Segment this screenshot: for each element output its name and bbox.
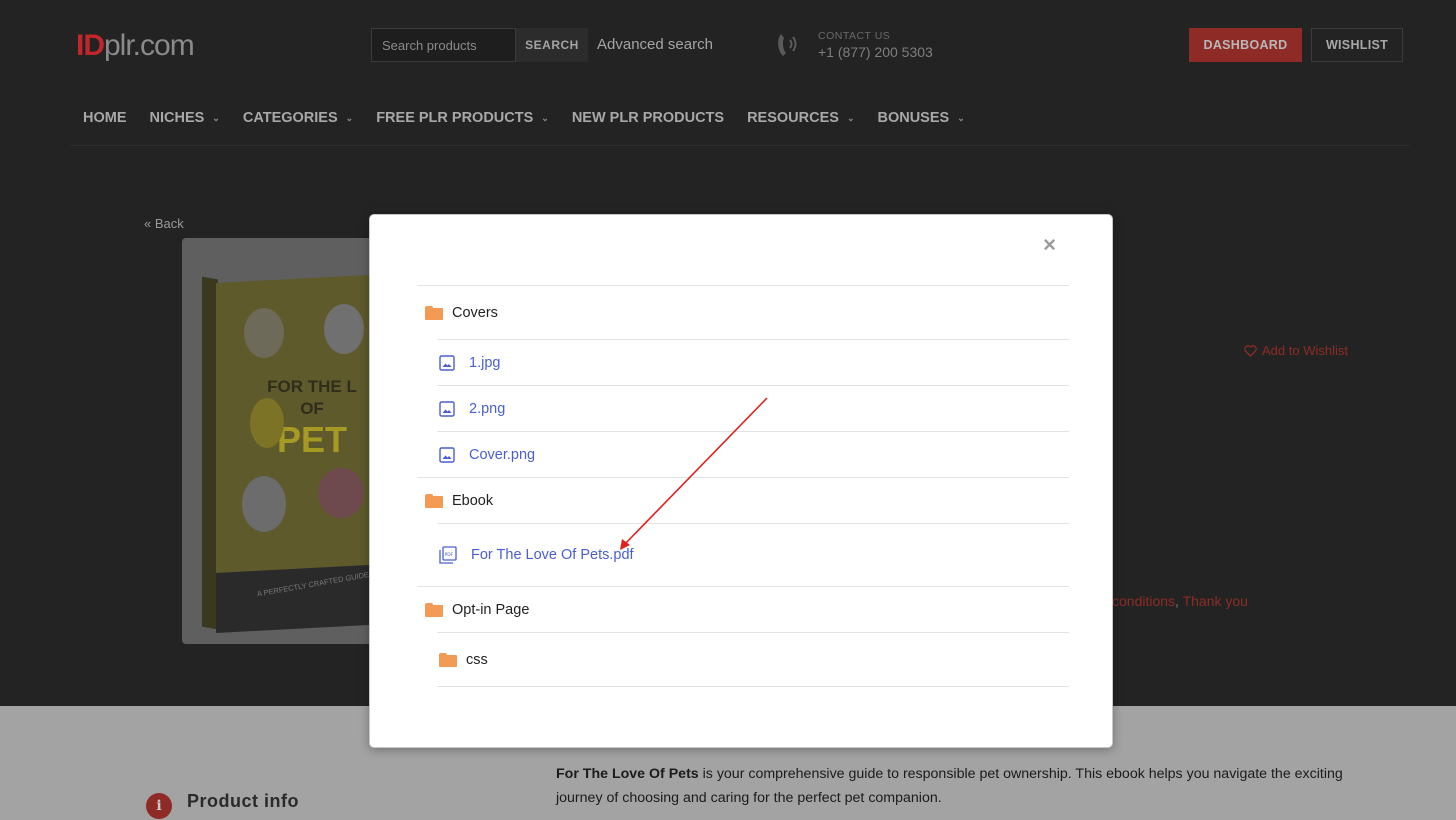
- image-icon: [439, 400, 455, 417]
- main-nav: HOME NICHES ⌄ CATEGORIES ⌄ FREE PLR PRODUC…: [83, 108, 988, 128]
- search-button[interactable]: SEARCH: [516, 28, 588, 62]
- folder-icon: [425, 305, 443, 320]
- file-link[interactable]: 2.png: [469, 401, 505, 417]
- folder-label: Covers: [452, 304, 498, 321]
- image-icon: [439, 446, 455, 463]
- chevron-down-icon: ⌄: [212, 112, 220, 123]
- pig-illustration: [318, 468, 364, 518]
- thank-you-link[interactable]: Thank you: [1183, 593, 1248, 609]
- advanced-search-link[interactable]: Advanced search: [597, 36, 713, 53]
- chevron-down-icon: ⌄: [957, 112, 965, 123]
- add-to-wishlist-label: Add to Wishlist: [1262, 343, 1348, 358]
- bunny-illustration: [324, 304, 364, 354]
- folder-row-opt-in-page[interactable]: Opt-in Page: [417, 586, 1069, 632]
- file-row-pdf[interactable]: PDF For The Love Of Pets.pdf: [437, 523, 1069, 586]
- nav-item-free-plr-products[interactable]: FREE PLR PRODUCTS ⌄: [376, 108, 549, 128]
- back-link[interactable]: « Back: [144, 216, 184, 231]
- file-link[interactable]: For The Love Of Pets.pdf: [471, 547, 634, 563]
- add-to-wishlist-link[interactable]: Add to Wishlist: [1244, 343, 1348, 358]
- chevron-down-icon: ⌄: [846, 112, 855, 123]
- nav-divider: [70, 145, 1410, 146]
- nav-label: NICHES: [149, 110, 205, 126]
- logo-id: ID: [76, 29, 105, 62]
- product-image[interactable]: FOR THE L OF PET A PERFECTLY CRAFTED GUI…: [182, 238, 382, 644]
- site-header: IDplr.com Search products SEARCH Advance…: [0, 0, 1456, 90]
- info-icon: i: [146, 793, 172, 819]
- logo-text: plr.com: [104, 29, 195, 62]
- heart-icon: [1244, 344, 1257, 357]
- terms-separator: ,: [1175, 593, 1179, 609]
- nav-item-niches[interactable]: NICHES ⌄: [150, 108, 220, 128]
- chick-illustration: [250, 398, 284, 448]
- conditions-link[interactable]: conditions: [1112, 593, 1175, 609]
- wishlist-button[interactable]: WISHLIST: [1311, 28, 1403, 62]
- search-input[interactable]: Search products: [371, 28, 516, 62]
- nav-label: RESOURCES: [747, 110, 839, 126]
- nav-label: NEW PLR PRODUCTS: [571, 110, 725, 126]
- nav-item-categories[interactable]: CATEGORIES ⌄: [243, 108, 353, 128]
- nav-item-home[interactable]: HOME: [83, 108, 127, 128]
- nav-item-bonuses[interactable]: BONUSES ⌄: [877, 108, 964, 128]
- folder-label: Ebook: [452, 492, 494, 509]
- pdf-icon: PDF: [439, 546, 457, 564]
- folder-icon: [439, 652, 457, 667]
- file-row-2-png[interactable]: 2.png: [437, 385, 1069, 431]
- chevron-down-icon: ⌄: [345, 112, 354, 123]
- cow-illustration: [242, 476, 286, 532]
- folder-label: css: [466, 651, 488, 668]
- nav-label: CATEGORIES: [242, 110, 338, 126]
- dashboard-button[interactable]: DASHBOARD: [1189, 28, 1302, 62]
- file-link[interactable]: 1.jpg: [469, 355, 500, 371]
- cat-illustration: [244, 308, 284, 358]
- folder-icon: [425, 602, 443, 617]
- folder-row-covers[interactable]: Covers: [417, 285, 1069, 339]
- product-description: For The Love Of Pets is your comprehensi…: [556, 762, 1356, 810]
- book-title-top: FOR THE L: [267, 377, 357, 396]
- folder-row-css[interactable]: css: [437, 632, 1069, 687]
- site-logo[interactable]: IDplr.com: [76, 28, 195, 64]
- folder-icon: [425, 493, 443, 508]
- file-row-1-jpg[interactable]: 1.jpg: [437, 339, 1069, 385]
- nav-label: FREE PLR PRODUCTS: [376, 110, 534, 126]
- file-link[interactable]: Cover.png: [469, 447, 535, 463]
- folder-label: Opt-in Page: [452, 601, 530, 618]
- svg-text:PDF: PDF: [445, 552, 454, 558]
- image-icon: [439, 354, 455, 371]
- contact-label: CONTACT US: [818, 30, 891, 42]
- nav-item-new-plr-products[interactable]: NEW PLR PRODUCTS: [572, 108, 724, 128]
- file-browser-modal: × Covers 1.jpg 2.png Cover.png Ebook PDF…: [369, 214, 1113, 748]
- nav-label: HOME: [83, 110, 127, 126]
- file-tree: Covers 1.jpg 2.png Cover.png Ebook PDF F…: [417, 285, 1069, 687]
- terms-links: conditions, Thank you: [1112, 593, 1248, 609]
- chevron-down-icon: ⌄: [541, 112, 549, 123]
- contact-number[interactable]: +1 (877) 200 5303: [818, 44, 933, 60]
- phone-icon: [778, 34, 797, 56]
- close-icon[interactable]: ×: [1043, 233, 1056, 257]
- description-product-name: For The Love Of Pets: [556, 766, 699, 782]
- folder-row-ebook[interactable]: Ebook: [417, 477, 1069, 523]
- product-info-heading: Product info: [187, 791, 299, 811]
- nav-item-resources[interactable]: RESOURCES ⌄: [747, 108, 854, 128]
- file-row-cover-png[interactable]: Cover.png: [437, 431, 1069, 477]
- nav-label: BONUSES: [877, 110, 950, 126]
